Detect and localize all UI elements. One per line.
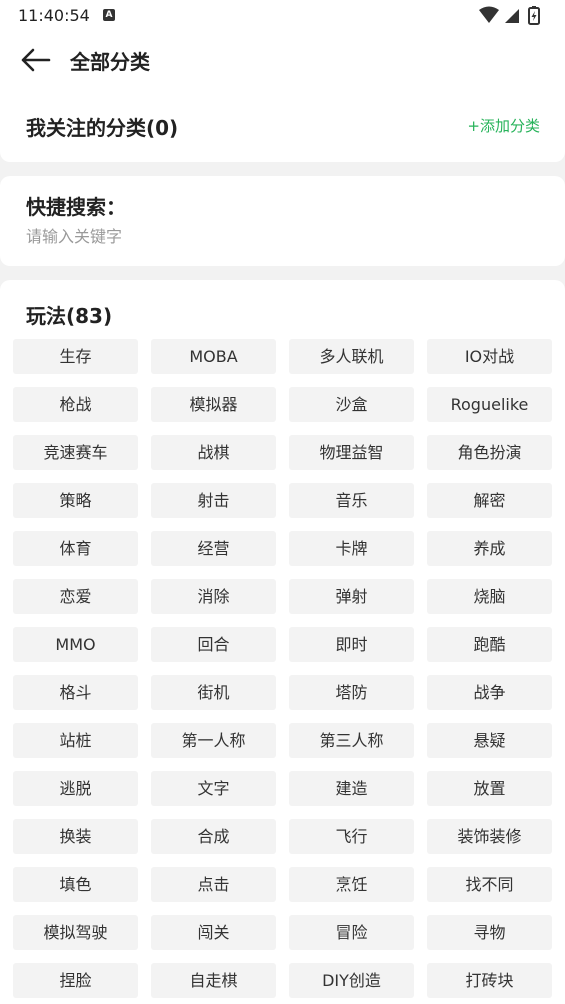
signal-icon	[505, 9, 519, 23]
category-tag[interactable]: 回合	[151, 627, 276, 662]
wifi-icon	[479, 6, 499, 23]
followed-categories-card: 我关注的分类(0) +添加分类	[0, 90, 565, 162]
category-tag[interactable]: 养成	[427, 531, 552, 566]
category-tag[interactable]: 点击	[151, 867, 276, 902]
status-bar: 11:40:54 A	[0, 0, 565, 32]
category-tag[interactable]: 枪战	[13, 387, 138, 422]
category-tag[interactable]: 跑酷	[427, 627, 552, 662]
category-tag[interactable]: 烹饪	[289, 867, 414, 902]
category-tag[interactable]: DIY创造	[289, 963, 414, 998]
app-header: 全部分类	[0, 32, 565, 90]
category-tag[interactable]: 恋爱	[13, 579, 138, 614]
page-title: 全部分类	[70, 50, 150, 74]
back-arrow-icon[interactable]	[20, 46, 52, 74]
followed-categories-title: 我关注的分类(0)	[26, 116, 179, 140]
category-tag[interactable]: 第一人称	[151, 723, 276, 758]
category-tag[interactable]: Roguelike	[427, 387, 552, 422]
category-tag[interactable]: 生存	[13, 339, 138, 374]
category-tag[interactable]: 物理益智	[289, 435, 414, 470]
category-tag[interactable]: 经营	[151, 531, 276, 566]
category-tag[interactable]: 战棋	[151, 435, 276, 470]
category-tag[interactable]: 战争	[427, 675, 552, 710]
search-input[interactable]	[26, 224, 526, 248]
status-time: 11:40:54	[18, 6, 90, 25]
status-icons	[479, 6, 547, 30]
category-tag[interactable]: 多人联机	[289, 339, 414, 374]
category-tag[interactable]: 打砖块	[427, 963, 552, 998]
category-tag[interactable]: 逃脱	[13, 771, 138, 806]
category-tag[interactable]: 放置	[427, 771, 552, 806]
category-tag[interactable]: 解密	[427, 483, 552, 518]
category-tag[interactable]: 站桩	[13, 723, 138, 758]
category-tag[interactable]: 冒险	[289, 915, 414, 950]
category-tag[interactable]: 策略	[13, 483, 138, 518]
category-tag[interactable]: 文字	[151, 771, 276, 806]
category-tag[interactable]: 闯关	[151, 915, 276, 950]
category-tag[interactable]: 捏脸	[13, 963, 138, 998]
category-tag[interactable]: 模拟器	[151, 387, 276, 422]
category-tag[interactable]: 音乐	[289, 483, 414, 518]
category-tag[interactable]: IO对战	[427, 339, 552, 374]
category-tag[interactable]: 塔防	[289, 675, 414, 710]
category-tag[interactable]: 飞行	[289, 819, 414, 854]
category-tag[interactable]: 装饰装修	[427, 819, 552, 854]
category-tag[interactable]: 卡牌	[289, 531, 414, 566]
quick-search-title: 快捷搜索：	[26, 195, 126, 219]
category-tag[interactable]: 角色扮演	[427, 435, 552, 470]
category-tag[interactable]: 格斗	[13, 675, 138, 710]
category-tag[interactable]: 寻物	[427, 915, 552, 950]
category-tag[interactable]: 弹射	[289, 579, 414, 614]
notification-a-icon: A	[103, 9, 115, 21]
category-tag[interactable]: 射击	[151, 483, 276, 518]
category-tag[interactable]: 填色	[13, 867, 138, 902]
category-tag[interactable]: 街机	[151, 675, 276, 710]
battery-charging-icon	[528, 6, 540, 25]
category-tag[interactable]: 合成	[151, 819, 276, 854]
category-tag-grid: 生存 MOBA 多人联机 IO对战枪战 模拟器 沙盒 Roguelike 竞速赛车 战棋 物理益智…	[13, 339, 552, 998]
category-tag[interactable]: 找不同	[427, 867, 552, 902]
category-tag[interactable]: MOBA	[151, 339, 276, 374]
category-tag[interactable]: 沙盒	[289, 387, 414, 422]
category-tag[interactable]: 竞速赛车	[13, 435, 138, 470]
add-category-button[interactable]: +添加分类	[467, 115, 540, 136]
gameplay-categories-title: 玩法(83)	[26, 304, 113, 328]
category-tag[interactable]: 即时	[289, 627, 414, 662]
gameplay-categories-card: 玩法(83) 生存 MOBA 多人联机 IO对战枪战 模拟器 沙盒 Roguelike 竞速赛…	[0, 280, 565, 1004]
category-tag[interactable]: 悬疑	[427, 723, 552, 758]
quick-search-card: 快捷搜索：	[0, 176, 565, 266]
category-tag[interactable]: 体育	[13, 531, 138, 566]
category-tag[interactable]: 消除	[151, 579, 276, 614]
category-tag[interactable]: 烧脑	[427, 579, 552, 614]
category-tag[interactable]: 换装	[13, 819, 138, 854]
category-tag[interactable]: 自走棋	[151, 963, 276, 998]
category-tag[interactable]: 第三人称	[289, 723, 414, 758]
category-tag[interactable]: 模拟驾驶	[13, 915, 138, 950]
category-tag[interactable]: MMO	[13, 627, 138, 662]
category-tag[interactable]: 建造	[289, 771, 414, 806]
